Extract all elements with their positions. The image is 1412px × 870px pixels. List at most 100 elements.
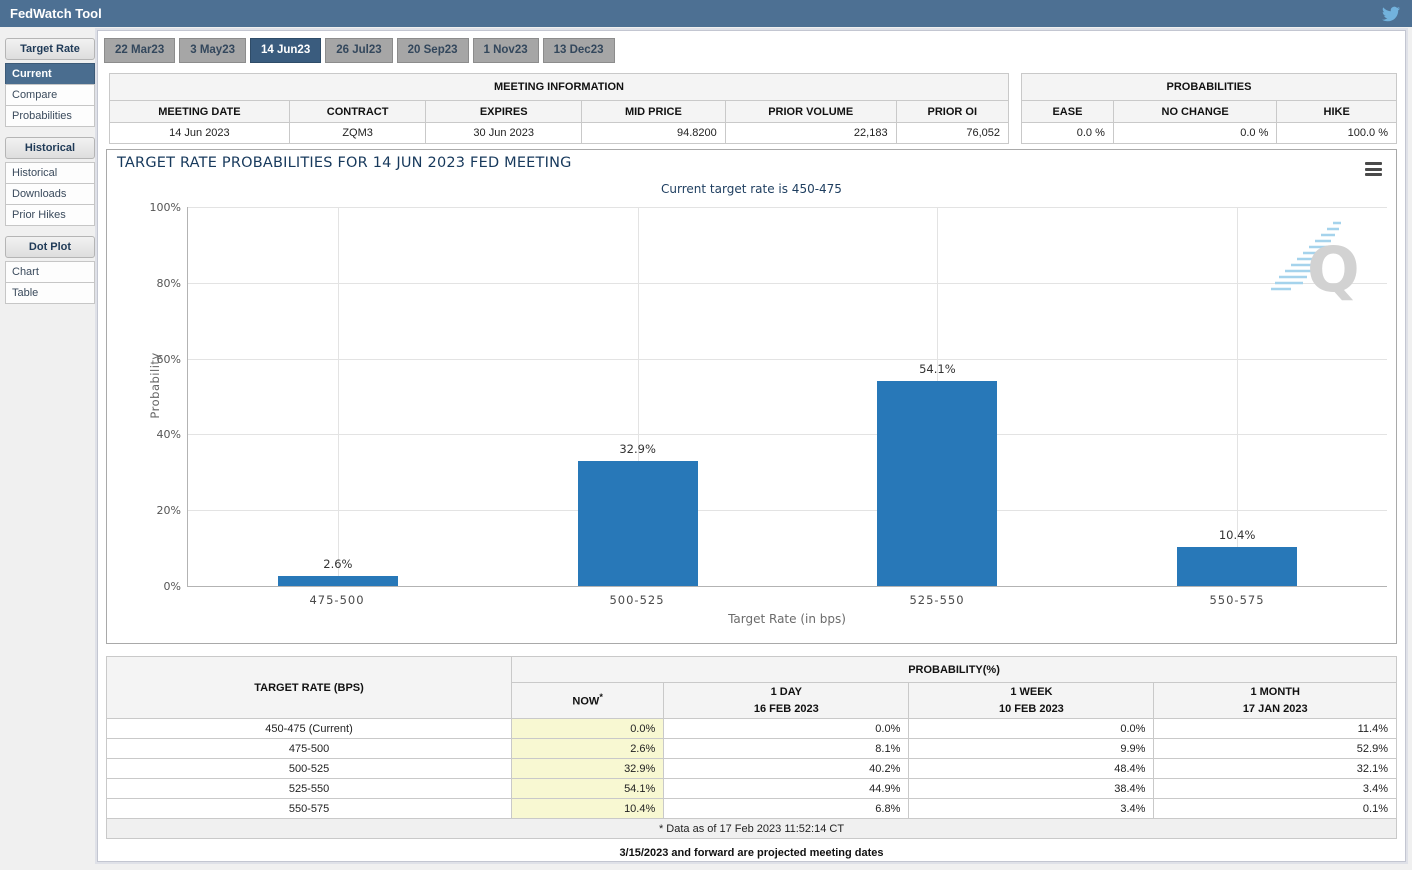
tab-13dec23[interactable]: 13 Dec23: [543, 38, 615, 63]
bar-525-550[interactable]: [877, 381, 997, 586]
col-expires: EXPIRES: [426, 101, 582, 123]
probability-group-header: PROBABILITY(%): [512, 657, 1397, 683]
cat-475-500: 475-500: [187, 593, 487, 607]
app-header-bar: FedWatch Tool: [0, 0, 1412, 27]
probabilities-title: PROBABILITIES: [1022, 74, 1397, 101]
x-axis-label: Target Rate (in bps): [187, 612, 1387, 626]
meeting-date-value: 14 Jun 2023: [110, 123, 290, 144]
sidebar-section-dot-plot[interactable]: Dot Plot: [5, 236, 95, 258]
cat-550-575: 550-575: [1087, 593, 1387, 607]
chart-plot-area: 100% 80% 60% 40% 20% 0% Probability 2.6%…: [187, 207, 1387, 587]
sidebar-item-current[interactable]: Current: [5, 63, 95, 85]
col-target-rate-bps: TARGET RATE (BPS): [107, 657, 512, 719]
ytick-20: 20%: [111, 504, 181, 517]
month-value: 0.1%: [1154, 799, 1397, 819]
sidebar-item-table[interactable]: Table: [5, 282, 95, 304]
col-now: NOW*: [512, 683, 664, 719]
ytick-40: 40%: [111, 428, 181, 441]
prior-oi-value: 76,052: [896, 123, 1008, 144]
svg-text:Q: Q: [1307, 233, 1359, 305]
col-prior-oi: PRIOR OI: [896, 101, 1008, 123]
bar-value-label: 10.4%: [1219, 528, 1256, 542]
week-value: 38.4%: [909, 779, 1154, 799]
expires-value: 30 Jun 2023: [426, 123, 582, 144]
twitter-icon[interactable]: [1382, 5, 1400, 23]
col-ease: EASE: [1022, 101, 1114, 123]
month-value: 11.4%: [1154, 719, 1397, 739]
sidebar-item-compare[interactable]: Compare: [5, 84, 95, 106]
sidebar-item-probabilities[interactable]: Probabilities: [5, 105, 95, 127]
day-value: 40.2%: [664, 759, 909, 779]
probabilities-summary-row: 0.0 % 0.0 % 100.0 %: [1022, 123, 1397, 144]
bar-slots: 2.6% 32.9% 54.1%: [188, 207, 1387, 586]
meeting-info-title: MEETING INFORMATION: [110, 74, 1009, 101]
probability-history-table: TARGET RATE (BPS) PROBABILITY(%) NOW* 1 …: [106, 656, 1397, 839]
table-row: 475-500 2.6% 8.1% 9.9% 52.9%: [107, 739, 1397, 759]
sidebar-item-downloads[interactable]: Downloads: [5, 183, 95, 205]
bar-value-label: 54.1%: [919, 362, 956, 376]
week-value: 9.9%: [909, 739, 1154, 759]
chart-menu-icon[interactable]: [1365, 162, 1382, 179]
ytick-60: 60%: [111, 353, 181, 366]
prior-volume-value: 22,183: [725, 123, 896, 144]
projected-dates-note: 3/15/2023 and forward are projected meet…: [98, 847, 1405, 859]
ytick-80: 80%: [111, 277, 181, 290]
col-contract: CONTRACT: [289, 101, 426, 123]
tab-26jul23[interactable]: 26 Jul23: [325, 38, 392, 63]
cat-525-550: 525-550: [787, 593, 1087, 607]
ytick-100: 100%: [111, 201, 181, 214]
chart-title: TARGET RATE PROBABILITIES FOR 14 JUN 202…: [117, 155, 572, 171]
now-value: 2.6%: [512, 739, 664, 759]
meeting-date-tabs: 22 Mar23 3 May23 14 Jun23 26 Jul23 20 Se…: [104, 38, 615, 63]
day-value: 0.0%: [664, 719, 909, 739]
probabilities-summary-table: PROBABILITIES EASE NO CHANGE HIKE 0.0 % …: [1021, 73, 1397, 144]
col-1-day: 1 DAY16 FEB 2023: [664, 683, 909, 719]
now-value: 54.1%: [512, 779, 664, 799]
rate-label: 450-475 (Current): [107, 719, 512, 739]
col-prior-volume: PRIOR VOLUME: [725, 101, 896, 123]
week-value: 3.4%: [909, 799, 1154, 819]
bar-550-575[interactable]: [1177, 547, 1297, 586]
week-value: 48.4%: [909, 759, 1154, 779]
meeting-info-row: 14 Jun 2023 ZQM3 30 Jun 2023 94.8200 22,…: [110, 123, 1009, 144]
tab-1nov23[interactable]: 1 Nov23: [473, 38, 539, 63]
now-value: 0.0%: [512, 719, 664, 739]
sidebar-section-historical[interactable]: Historical: [5, 137, 95, 159]
bar-slot-525-550: 54.1%: [788, 207, 1088, 586]
bar-slot-475-500: 2.6%: [188, 207, 488, 586]
sidebar-item-chart[interactable]: Chart: [5, 261, 95, 283]
ease-value: 0.0 %: [1022, 123, 1114, 144]
tab-22mar23[interactable]: 22 Mar23: [104, 38, 175, 63]
ytick-0: 0%: [111, 580, 181, 593]
bar-475-500[interactable]: [278, 576, 398, 586]
app-title: FedWatch Tool: [10, 6, 102, 21]
month-value: 32.1%: [1154, 759, 1397, 779]
col-hike: HIKE: [1277, 101, 1397, 123]
bar-value-label: 32.9%: [619, 442, 656, 456]
col-1-month: 1 MONTH17 JAN 2023: [1154, 683, 1397, 719]
main-content: 22 Mar23 3 May23 14 Jun23 26 Jul23 20 Se…: [97, 30, 1406, 862]
col-no-change: NO CHANGE: [1113, 101, 1276, 123]
month-value: 3.4%: [1154, 779, 1397, 799]
now-value: 10.4%: [512, 799, 664, 819]
bar-500-525[interactable]: [578, 461, 698, 586]
col-meeting-date: MEETING DATE: [110, 101, 290, 123]
now-asterisk: *: [599, 692, 603, 702]
tab-3may23[interactable]: 3 May23: [179, 38, 246, 63]
probability-history-table-wrap: TARGET RATE (BPS) PROBABILITY(%) NOW* 1 …: [106, 656, 1397, 839]
day-value: 6.8%: [664, 799, 909, 819]
rate-label: 550-575: [107, 799, 512, 819]
tab-20sep23[interactable]: 20 Sep23: [397, 38, 469, 63]
week-value: 0.0%: [909, 719, 1154, 739]
x-category-labels: 475-500 500-525 525-550 550-575: [187, 593, 1387, 607]
table-row: 450-475 (Current) 0.0% 0.0% 0.0% 11.4%: [107, 719, 1397, 739]
hike-value: 100.0 %: [1277, 123, 1397, 144]
day-value: 8.1%: [664, 739, 909, 759]
sidebar-item-historical[interactable]: Historical: [5, 162, 95, 184]
bar-value-label: 2.6%: [323, 557, 352, 571]
cat-500-525: 500-525: [487, 593, 787, 607]
sidebar-section-target-rate[interactable]: Target Rate: [5, 38, 95, 60]
sidebar-item-prior-hikes[interactable]: Prior Hikes: [5, 204, 95, 226]
tab-14jun23[interactable]: 14 Jun23: [250, 38, 321, 63]
month-value: 52.9%: [1154, 739, 1397, 759]
